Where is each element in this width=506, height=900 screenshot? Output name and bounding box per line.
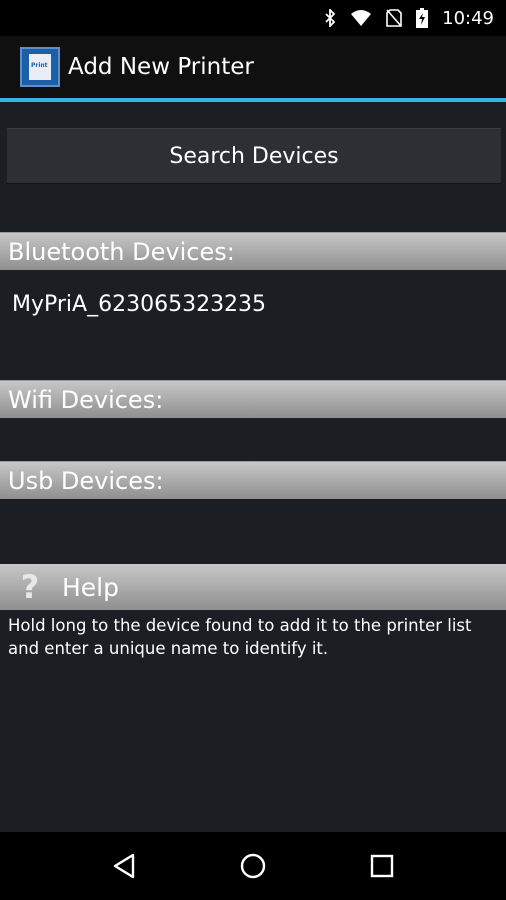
- page-title: Add New Printer: [68, 54, 254, 80]
- action-bar: Print Add New Printer: [0, 36, 506, 98]
- status-time: 10:49: [442, 7, 494, 29]
- help-header: ? Help: [0, 564, 506, 610]
- search-devices-button[interactable]: Search Devices: [7, 128, 501, 184]
- app-logo-text: Print: [31, 62, 48, 69]
- help-text: Hold long to the device found to add it …: [8, 614, 502, 660]
- help-text-line-1: Hold long to the device found to add it …: [8, 616, 472, 635]
- main-content: Search Devices Bluetooth Devices: MyPriA…: [0, 102, 506, 832]
- bluetooth-device-item[interactable]: MyPriA_623065323235: [12, 292, 266, 317]
- home-icon[interactable]: [233, 846, 273, 886]
- wifi-icon: [350, 9, 372, 27]
- battery-icon: [416, 8, 429, 28]
- recents-icon[interactable]: [362, 846, 402, 886]
- app-logo-icon[interactable]: Print: [20, 47, 60, 87]
- no-sim-icon: [386, 9, 402, 27]
- navigation-bar: [0, 832, 506, 900]
- wifi-section-header: Wifi Devices:: [0, 380, 506, 418]
- bluetooth-icon: [324, 9, 336, 27]
- back-icon[interactable]: [104, 846, 144, 886]
- question-mark-icon: ?: [20, 568, 40, 606]
- bluetooth-section-header: Bluetooth Devices:: [0, 232, 506, 270]
- help-title: Help: [62, 572, 119, 602]
- status-bar: 10:49: [0, 0, 506, 36]
- help-text-line-2: and enter a unique name to identify it.: [8, 639, 329, 658]
- usb-section-header: Usb Devices:: [0, 461, 506, 499]
